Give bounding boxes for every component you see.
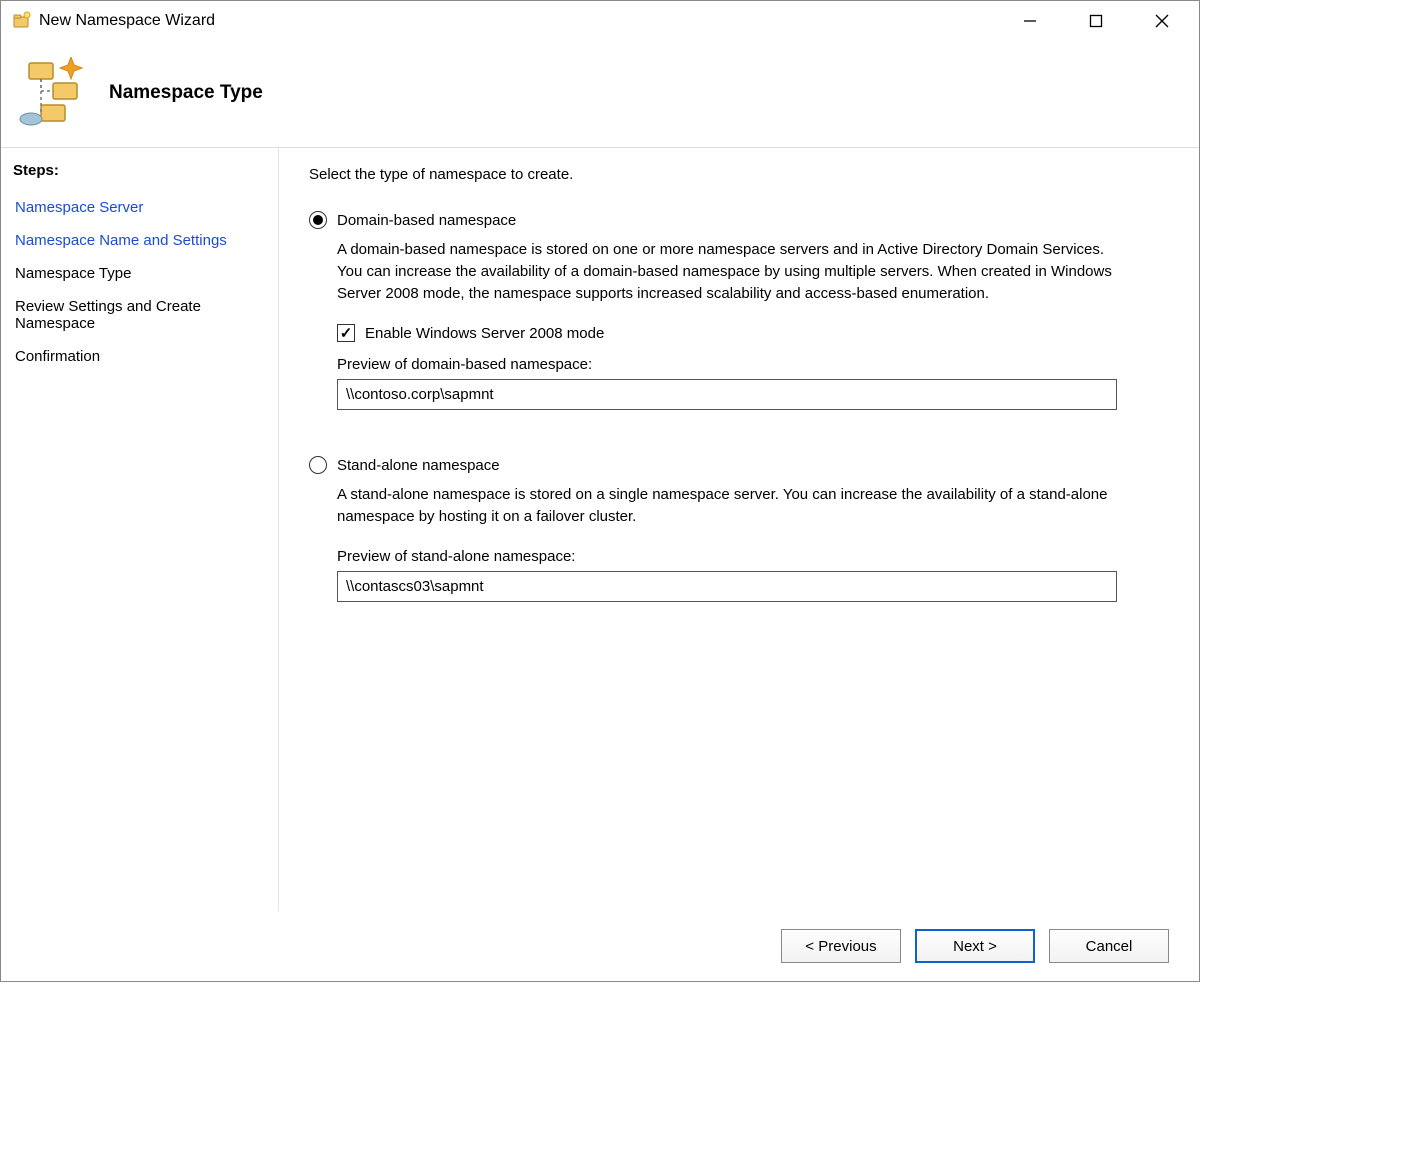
steps-heading: Steps: (13, 160, 268, 191)
step-confirmation: Confirmation (13, 340, 268, 373)
titlebar: New Namespace Wizard (1, 1, 1199, 41)
wizard-header: Namespace Type (1, 41, 1199, 148)
steps-sidebar: Steps: Namespace Server Namespace Name a… (1, 148, 279, 911)
wizard-icon (19, 57, 91, 129)
domain-based-label: Domain-based namespace (337, 212, 516, 229)
wizard-window: New Namespace Wizard (0, 0, 1200, 982)
maximize-button[interactable] (1063, 2, 1129, 40)
domain-preview-label: Preview of domain-based namespace: (337, 356, 1169, 373)
standalone-description: A stand-alone namespace is stored on a s… (337, 484, 1117, 528)
content-pane: Select the type of namespace to create. … (279, 148, 1199, 911)
domain-based-option[interactable]: Domain-based namespace (309, 211, 1169, 229)
minimize-button[interactable] (997, 2, 1063, 40)
enable-2008-mode-row[interactable]: Enable Windows Server 2008 mode (337, 324, 1169, 342)
domain-based-radio[interactable] (309, 211, 327, 229)
enable-2008-label: Enable Windows Server 2008 mode (365, 325, 604, 342)
step-namespace-name-settings[interactable]: Namespace Name and Settings (13, 224, 268, 257)
domain-preview-value: \\contoso.corp\sapmnt (337, 379, 1117, 410)
wizard-footer: < Previous Next > Cancel (1, 911, 1199, 981)
cancel-button[interactable]: Cancel (1049, 929, 1169, 963)
enable-2008-checkbox[interactable] (337, 324, 355, 342)
step-namespace-server[interactable]: Namespace Server (13, 191, 268, 224)
step-namespace-type: Namespace Type (13, 257, 268, 290)
app-icon (11, 10, 33, 32)
domain-based-description: A domain-based namespace is stored on on… (337, 239, 1117, 304)
window-controls (997, 2, 1195, 40)
previous-button[interactable]: < Previous (781, 929, 901, 963)
close-button[interactable] (1129, 2, 1195, 40)
prompt-text: Select the type of namespace to create. (309, 166, 1169, 183)
standalone-radio[interactable] (309, 456, 327, 474)
page-title: Namespace Type (109, 82, 263, 104)
standalone-preview-value: \\contascs03\sapmnt (337, 571, 1117, 602)
standalone-label: Stand-alone namespace (337, 457, 500, 474)
step-review-create: Review Settings and Create Namespace (13, 290, 268, 340)
next-button[interactable]: Next > (915, 929, 1035, 963)
standalone-preview-label: Preview of stand-alone namespace: (337, 548, 1169, 565)
wizard-body: Steps: Namespace Server Namespace Name a… (1, 148, 1199, 911)
standalone-option[interactable]: Stand-alone namespace (309, 456, 1169, 474)
window-title: New Namespace Wizard (33, 12, 997, 30)
